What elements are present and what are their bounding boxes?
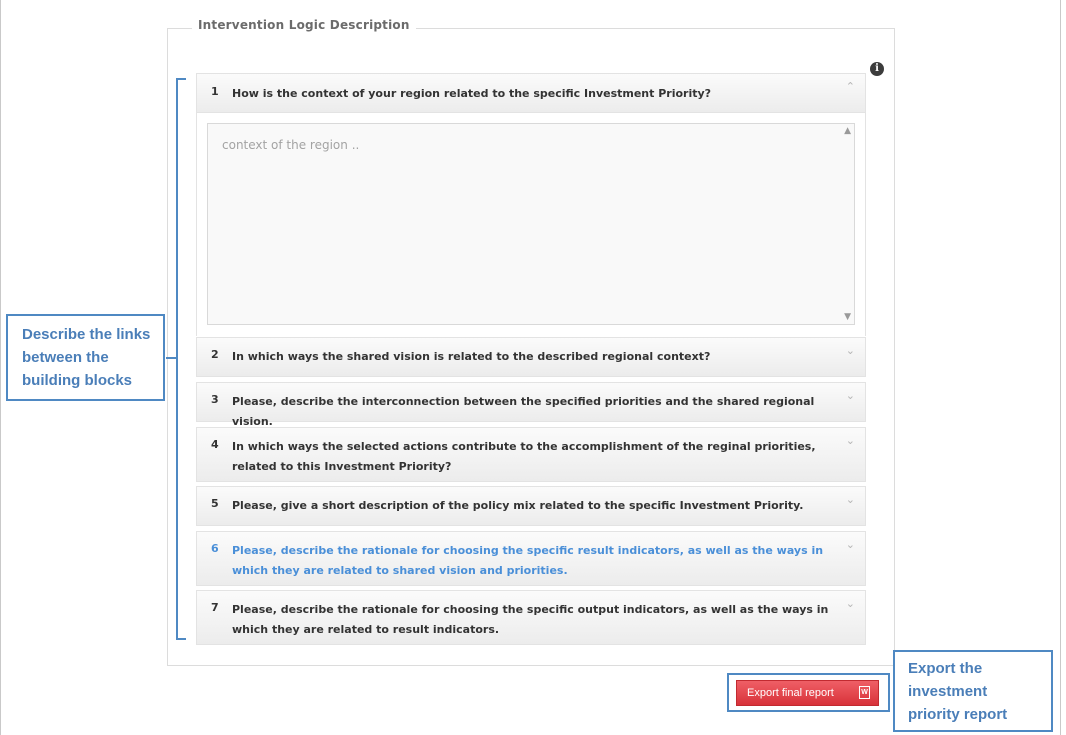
question-number: 1	[211, 85, 219, 98]
scroll-down-icon[interactable]: ▼	[844, 312, 851, 322]
chevron-down-icon: ⌄	[845, 434, 855, 447]
annotation-bracket-tick	[166, 357, 177, 359]
chevron-down-icon: ⌄	[845, 344, 855, 357]
annotation-bracket	[176, 78, 186, 640]
question-text: In which ways the selected actions contr…	[232, 440, 816, 473]
question-text: How is the context of your region relate…	[232, 87, 712, 100]
accordion-header-2[interactable]: 2 In which ways the shared vision is rel…	[196, 337, 866, 377]
left-frame-line	[0, 0, 1, 735]
callout-line: investment	[908, 683, 988, 700]
question-text: Please, give a short description of the …	[232, 499, 804, 512]
question-number: 5	[211, 497, 219, 510]
scroll-up-icon[interactable]: ▲	[844, 126, 851, 136]
question-text: Please, describe the rationale for choos…	[232, 544, 824, 577]
question-text: Please, describe the rationale for choos…	[232, 603, 829, 636]
accordion-header-4[interactable]: 4 In which ways the selected actions con…	[196, 427, 866, 482]
textarea-placeholder: context of the region ..	[222, 138, 360, 152]
word-doc-icon: W	[859, 686, 870, 699]
question-number: 2	[211, 348, 219, 361]
chevron-down-icon: ⌄	[845, 538, 855, 551]
callout-line: Describe the links	[22, 326, 151, 343]
links-callout: Describe the links between the building …	[6, 314, 165, 401]
accordion-header-7[interactable]: 7 Please, describe the rationale for cho…	[196, 590, 866, 645]
chevron-down-icon: ⌄	[845, 493, 855, 506]
accordion-header-3[interactable]: 3 Please, describe the interconnection b…	[196, 382, 866, 428]
chevron-down-icon: ⌄	[845, 389, 855, 402]
accordion-header-6[interactable]: 6 Please, describe the rationale for cho…	[196, 531, 866, 586]
question-number: 3	[211, 393, 219, 406]
export-final-report-button[interactable]: Export final report W	[736, 680, 879, 706]
callout-line: between the	[22, 349, 109, 366]
callout-line: priority report	[908, 706, 1008, 723]
chevron-down-icon: ⌄	[845, 597, 855, 610]
question-number: 7	[211, 601, 219, 614]
question-text: In which ways the shared vision is relat…	[232, 350, 711, 363]
question-number: 6	[211, 542, 219, 555]
callout-line: building blocks	[22, 372, 133, 389]
export-callout: Export the investment priority report	[893, 650, 1053, 732]
accordion-header-1[interactable]: 1 How is the context of your region rela…	[196, 73, 866, 113]
context-textarea[interactable]: context of the region .. ▲ ▼	[207, 123, 855, 325]
export-button-label: Export final report	[747, 687, 834, 699]
right-frame-line	[1060, 0, 1061, 735]
chevron-up-icon: ⌃	[845, 80, 855, 93]
accordion-header-5[interactable]: 5 Please, give a short description of th…	[196, 486, 866, 526]
question-text: Please, describe the interconnection bet…	[232, 395, 815, 428]
info-icon[interactable]: i	[870, 62, 884, 76]
callout-line: Export the	[908, 660, 983, 677]
question-number: 4	[211, 438, 219, 451]
fieldset-legend: Intervention Logic Description	[192, 18, 416, 32]
